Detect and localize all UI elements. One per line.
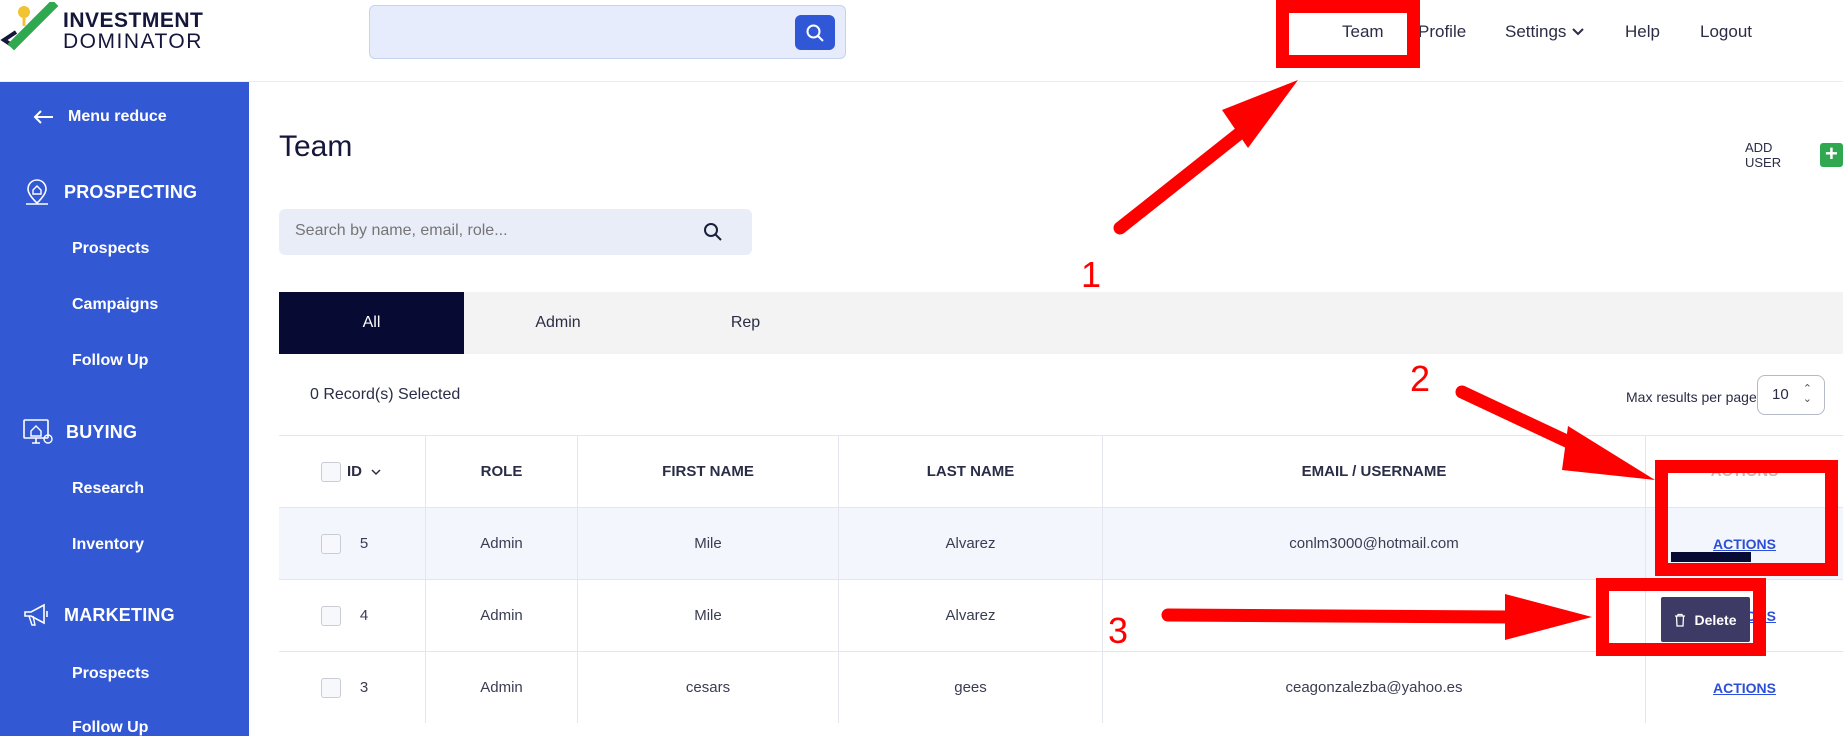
sidebar-item-prospects[interactable]: Prospects [72,240,149,258]
actions-link[interactable]: ACTIONS [1713,680,1776,696]
team-search-box [279,209,752,255]
megaphone-icon [24,603,48,626]
table-row[interactable]: 3 Admin cesars gees ceagonzalezba@yahoo.… [279,651,1843,723]
annotation-box-delete [1596,578,1766,656]
select-all-checkbox[interactable] [321,461,341,482]
sidebar-item-inventory[interactable]: Inventory [72,536,144,554]
annotation-number-2: 2 [1410,358,1431,399]
nav-profile[interactable]: Profile [1418,22,1466,42]
section-buying-title: BUYING [66,421,138,442]
sort-chevron-icon [371,468,381,475]
arrow-1-head [1222,80,1298,148]
max-results-label: Max results per page [1626,389,1757,405]
sidebar-item-marketing-prospects[interactable]: Prospects [72,665,149,683]
row-checkbox[interactable] [321,605,341,626]
cell-role: Admin [426,508,578,579]
sidebar-item-follow-up[interactable]: Follow Up [72,352,148,370]
sidebar-item-research[interactable]: Research [72,480,144,498]
table-header: ID ROLE FIRST NAME LAST NAME EMAIL / USE… [279,435,1843,507]
row-checkbox[interactable] [321,533,341,554]
section-prospecting-title: PROSPECTING [64,181,198,202]
cell-id: 4 [279,580,426,651]
section-marketing[interactable]: MARKETING [22,602,175,628]
cell-last-name: Alvarez [839,580,1103,651]
role-tabs: All Admin Rep [279,292,1843,354]
arrow-1-shaft [1113,118,1257,235]
global-search-input[interactable] [369,5,846,59]
section-marketing-title: MARKETING [64,604,175,625]
cell-id: 3 [279,652,426,723]
col-email: EMAIL / USERNAME [1103,436,1646,507]
max-results-select[interactable]: 10 ⌃ ⌄ [1757,375,1825,415]
col-first-name: FIRST NAME [578,436,839,507]
tab-rep[interactable]: Rep [652,292,839,354]
nav-help[interactable]: Help [1625,22,1660,42]
search-icon[interactable] [703,222,723,242]
chevron-up-down-icon: ⌃ ⌄ [1802,383,1812,405]
house-location-icon [26,179,48,205]
cell-email: conlm3000@hotmail.com [1103,508,1646,579]
max-results-value: 10 [1772,386,1789,403]
logo-text-line1: INVESTMENT [63,9,204,32]
annotation-box-actions [1655,460,1838,576]
cell-role: Admin [426,652,578,723]
cell-first-name: Mile [578,580,839,651]
house-monitor-icon [23,419,53,444]
col-id[interactable]: ID [279,436,426,507]
logo-text-line2: DOMINATOR [63,30,203,53]
row-checkbox[interactable] [321,677,341,698]
cell-id: 5 [279,508,426,579]
cell-email: ceagonzalezba@yahoo.es [1103,652,1646,723]
cell-id-value: 3 [359,679,369,696]
annotation-box-team [1276,0,1420,68]
cell-first-name: cesars [578,652,839,723]
add-user-button[interactable]: ADD USER + [1745,140,1843,170]
cell-email [1103,580,1646,651]
sidebar: Menu reduce PROSPECTING Prospects Campai… [0,82,249,736]
col-role: ROLE [426,436,578,507]
table-row[interactable]: 5 Admin Mile Alvarez conlm3000@hotmail.c… [279,507,1843,579]
col-last-name: LAST NAME [839,436,1103,507]
search-icon [806,24,824,42]
cell-first-name: Mile [578,508,839,579]
global-search-button[interactable] [795,15,835,50]
tab-all[interactable]: All [279,292,464,354]
team-search-input[interactable] [295,222,695,240]
annotation-number-3: 3 [1108,610,1129,651]
logo-icon [0,2,59,51]
chevron-down-icon [1572,28,1584,36]
annotation-number-1: 1 [1081,254,1102,295]
nav-logout[interactable]: Logout [1700,22,1752,42]
logo[interactable]: INVESTMENT DOMINATOR [0,2,204,58]
section-buying[interactable]: BUYING [22,417,137,447]
plus-icon: + [1819,143,1843,167]
top-header: INVESTMENT DOMINATOR Team Profile Settin… [0,0,1843,82]
cell-id-value: 4 [359,607,369,624]
menu-reduce-button[interactable]: Menu reduce [32,108,167,126]
add-user-label: ADD USER [1745,140,1782,170]
cell-last-name: Alvarez [839,508,1103,579]
col-id-label: ID [347,463,362,480]
cell-actions: ACTIONS [1646,652,1843,723]
sidebar-item-campaigns[interactable]: Campaigns [72,296,158,314]
nav-settings[interactable]: Settings [1505,22,1585,42]
nav-settings-label: Settings [1505,22,1567,41]
cell-last-name: gees [839,652,1103,723]
page-title: Team [279,130,353,163]
arrow-left-icon [33,110,53,124]
records-selected: 0 Record(s) Selected [310,386,461,403]
cell-role: Admin [426,580,578,651]
tab-admin[interactable]: Admin [464,292,652,354]
section-prospecting[interactable]: PROSPECTING [22,177,197,207]
sidebar-item-marketing-follow-up[interactable]: Follow Up [72,719,148,737]
cell-id-value: 5 [359,535,369,552]
menu-reduce-label: Menu reduce [68,108,167,125]
